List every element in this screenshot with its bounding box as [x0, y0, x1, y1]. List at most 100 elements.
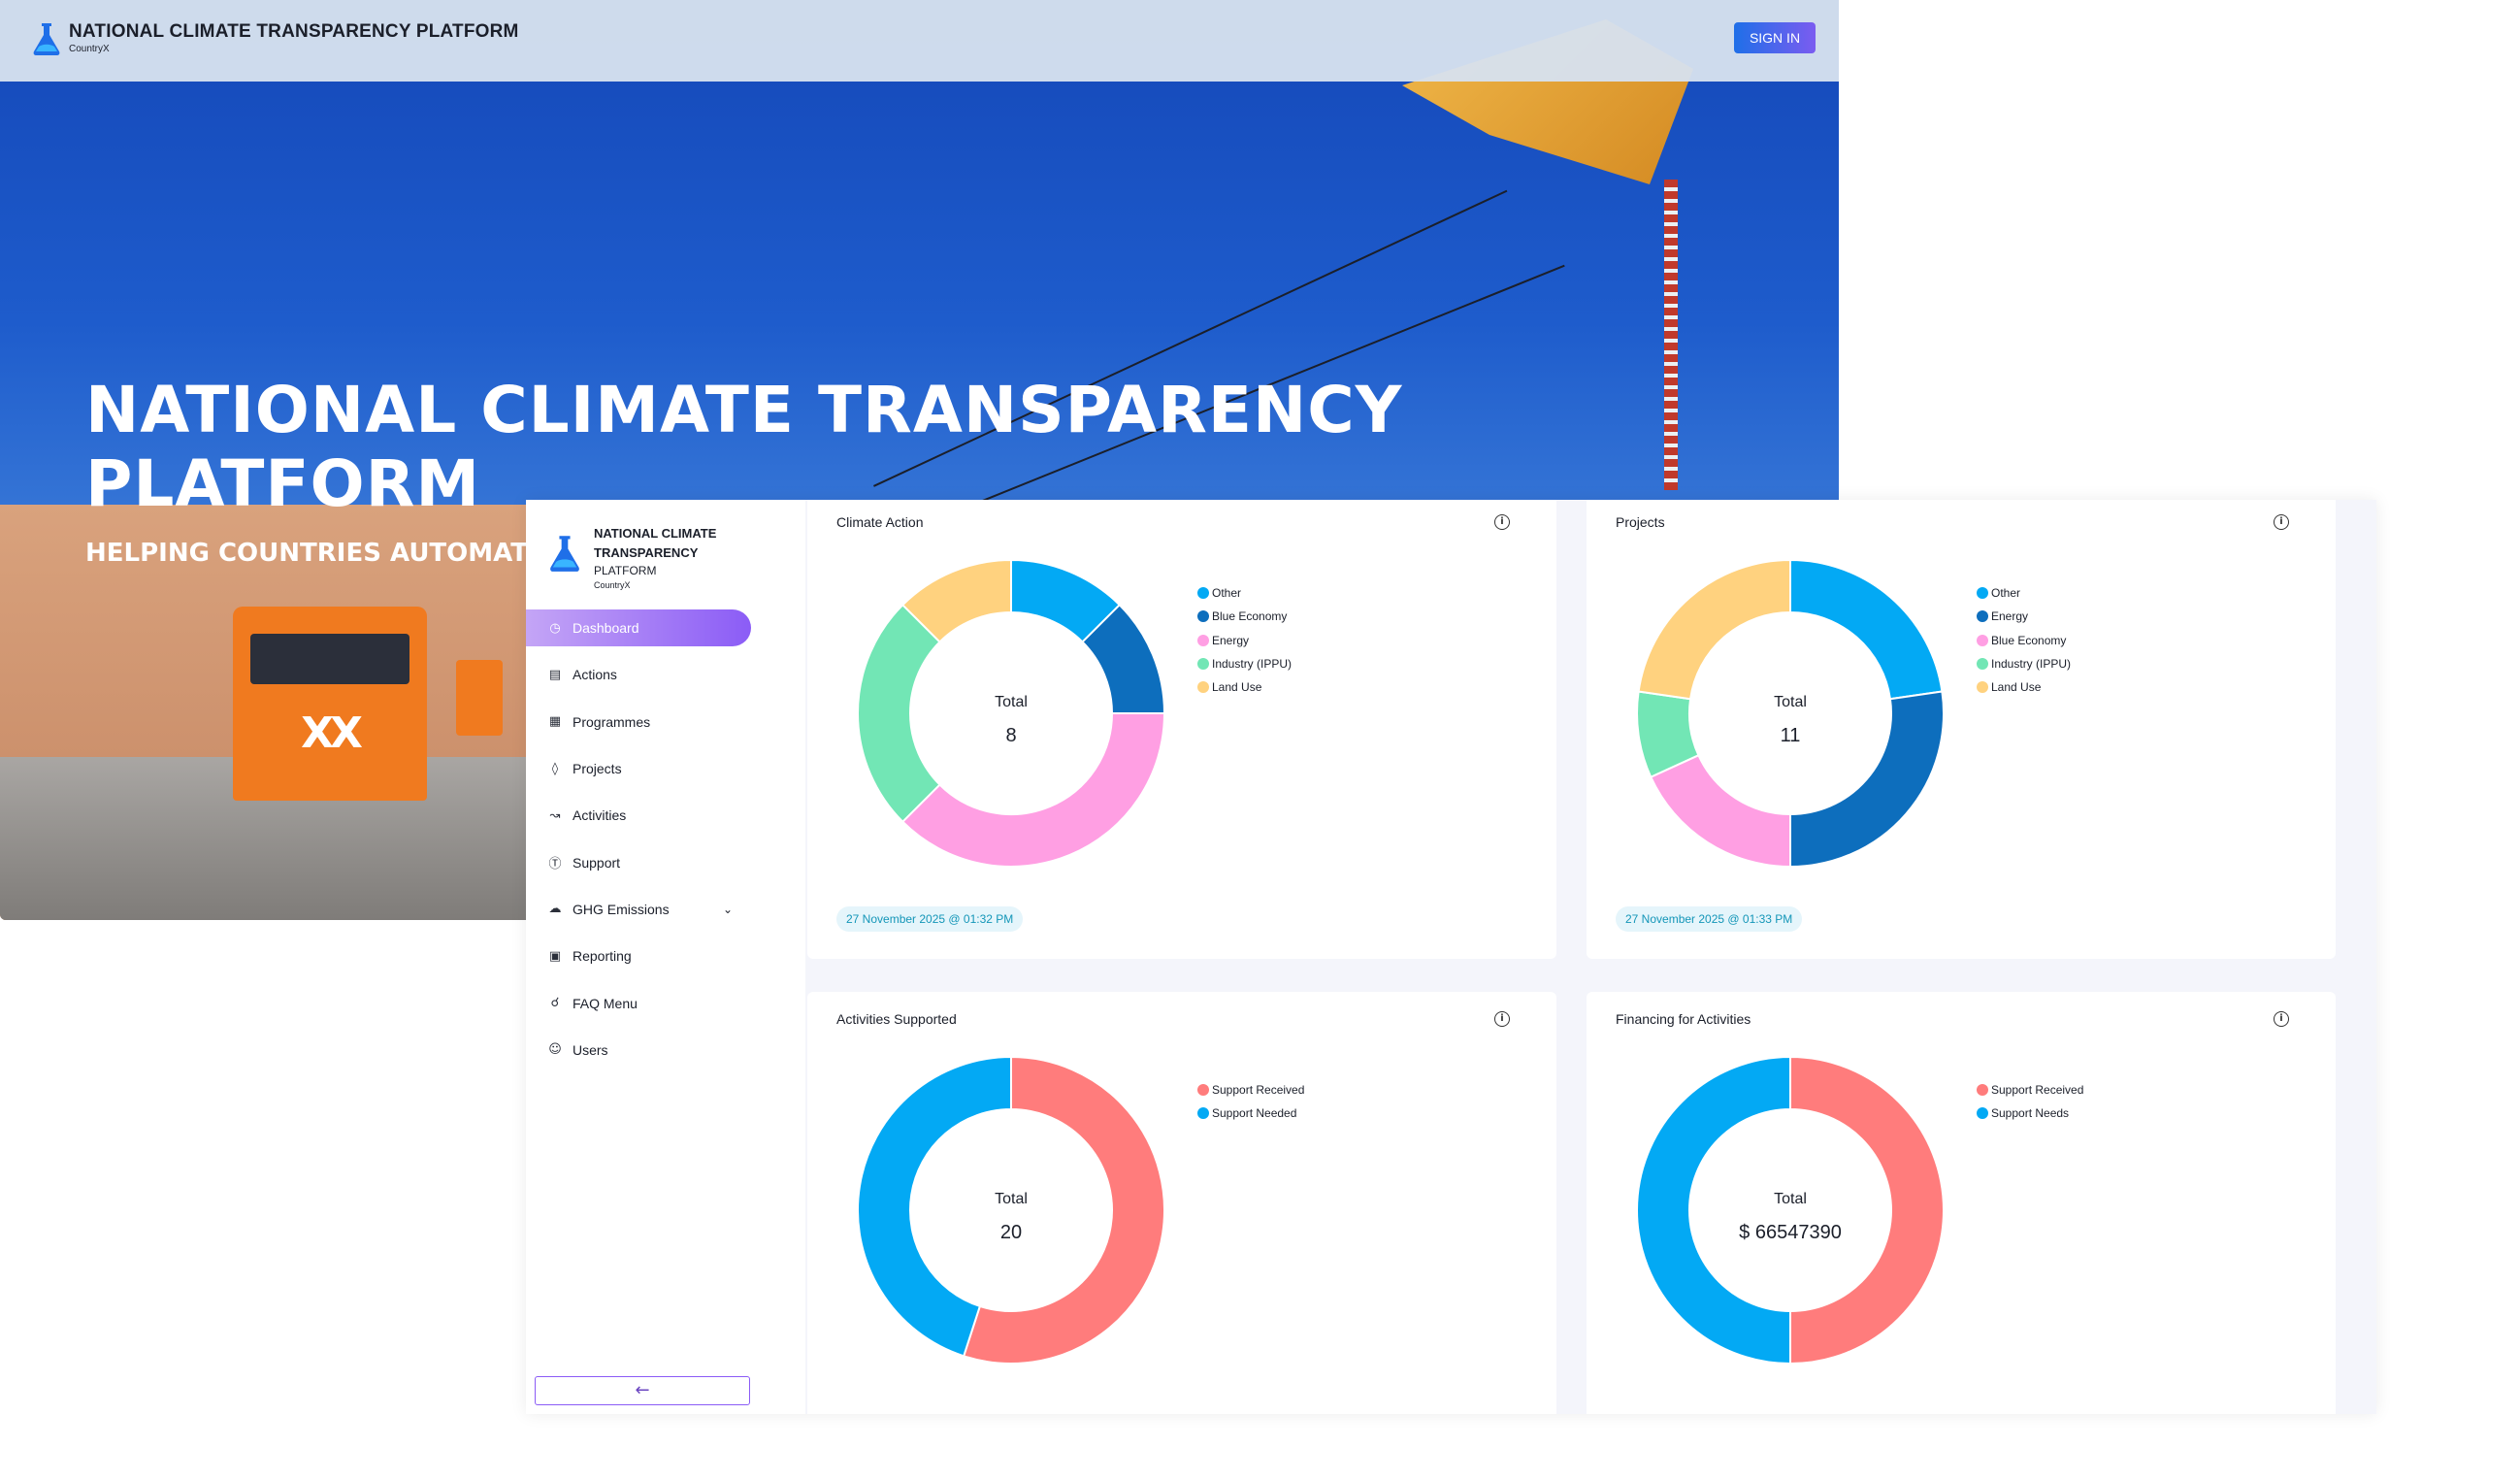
sidebar-item-activities[interactable]: ↝ Activities [526, 792, 805, 839]
legend-dot [1977, 1107, 1988, 1120]
legend-item[interactable]: Other [1977, 581, 2071, 605]
donut-slice-industry-ippu[interactable] [857, 603, 941, 824]
sidebar-item-projects[interactable]: ◊ Projects [526, 745, 805, 792]
sidebar-item-users[interactable]: ☺ Users [526, 1027, 805, 1073]
legend-dot [1977, 587, 1988, 600]
donut-total-value: 11 [1781, 725, 1801, 746]
sidebar-item-support[interactable]: Ⓣ Support [526, 839, 805, 885]
hero-bus-far [456, 660, 503, 736]
legend-item[interactable]: Industry (IPPU) [1977, 652, 2071, 675]
sidebar-nav: ◷ Dashboard ▤ Actions ▦ Programmes ◊ Pro… [526, 605, 805, 1073]
donut-total-value: 20 [1000, 1222, 1022, 1243]
legend-item[interactable]: Industry (IPPU) [1197, 652, 1292, 675]
donut-total-label: Total [1774, 694, 1807, 710]
report-icon: ▣ [548, 948, 562, 964]
sidebar-item-label: Users [573, 1041, 608, 1058]
collapse-sidebar-button[interactable]: ← [535, 1376, 750, 1405]
legend-dot [1977, 658, 1988, 671]
sidebar-item-label: Actions [573, 667, 617, 683]
financing-donut: Total $ 66547390 [1636, 1055, 1945, 1365]
donut-total-value: 8 [1005, 725, 1016, 746]
landing-brand-country: CountryX [69, 44, 110, 54]
legend-item[interactable]: Other [1197, 581, 1292, 605]
chart-legend: Support Received Support Needs [1977, 1078, 2083, 1126]
legend-label: Land Use [1212, 680, 1262, 695]
legend-dot [1977, 1084, 1988, 1097]
sidebar-item-label: Dashboard [573, 620, 639, 637]
legend-item[interactable]: Energy [1197, 629, 1292, 652]
donut-slice-blue-economy[interactable] [1649, 753, 1791, 869]
dollar-icon: Ⓣ [548, 857, 562, 872]
legend-dot [1197, 1107, 1209, 1120]
headset-icon: ☌ [550, 996, 560, 1011]
legend-item[interactable]: Support Needs [1977, 1102, 2083, 1125]
sidebar-brand-subtitle: PLATFORM [594, 564, 657, 577]
card-title: Financing for Activities [1616, 1011, 1751, 1027]
sidebar-item-faq-menu[interactable]: ☌ FAQ Menu [526, 979, 805, 1026]
legend-dot [1197, 587, 1209, 600]
legend-dot [1197, 1084, 1209, 1097]
card-title: Activities Supported [836, 1011, 957, 1027]
donut-slice-support-received[interactable] [1789, 1055, 1945, 1365]
donut-slice-land-use[interactable] [1637, 558, 1791, 701]
platform-logo-icon [33, 23, 60, 55]
hero-tower [1664, 180, 1678, 490]
dashboard-icon: ◷ [549, 620, 561, 636]
hero-subheadline: HELPING COUNTRIES AUTOMAT [85, 539, 528, 568]
sidebar-item-ghg-emissions[interactable]: ☁ GHG Emissions ⌄ [526, 886, 805, 933]
info-icon[interactable]: i [1494, 1011, 1510, 1027]
projects-donut: Total 11 [1636, 558, 1945, 869]
legend-label: Support Received [1991, 1083, 2084, 1098]
info-icon[interactable]: i [1494, 514, 1510, 530]
sidebar-item-reporting[interactable]: ▣ Reporting [526, 933, 805, 979]
legend-label: Energy [1212, 633, 1250, 647]
chart-legend: Other Energy Blue Economy Industry (IPPU… [1977, 581, 2071, 699]
card-title: Projects [1616, 514, 1665, 530]
arrow-left-icon: ← [635, 1380, 650, 1400]
climate-action-donut: Total 8 [857, 558, 1166, 868]
legend-item[interactable]: Blue Economy [1977, 629, 2071, 652]
legend-dot [1197, 658, 1209, 671]
sidebar-item-dashboard[interactable]: ◷ Dashboard [526, 605, 805, 651]
sign-in-button[interactable]: SIGN IN [1734, 22, 1816, 53]
legend-label: Energy [1991, 609, 2029, 624]
legend-item[interactable]: Blue Economy [1197, 605, 1292, 628]
financing-for-activities-card: Financing for Activities i Total $ 66547… [1587, 992, 2336, 1414]
sidebar-item-label: Programmes [573, 713, 651, 730]
user-icon: ☺ [548, 1042, 562, 1058]
sidebar-item-label: FAQ Menu [573, 995, 638, 1011]
sidebar-item-actions[interactable]: ▤ Actions [526, 651, 805, 698]
info-icon[interactable]: i [2274, 514, 2289, 530]
sidebar-item-label: Support [573, 854, 621, 871]
sidebar-item-label: Reporting [573, 948, 632, 965]
donut-slice-support-needs[interactable] [1636, 1055, 1791, 1365]
donut-total-label: Total [995, 1191, 1028, 1207]
legend-label: Industry (IPPU) [1991, 657, 2072, 672]
sidebar-item-label: GHG Emissions [573, 901, 670, 917]
legend-item[interactable]: Support Needed [1197, 1102, 1304, 1125]
hero-bus: XX [233, 607, 427, 801]
legend-dot [1197, 634, 1209, 646]
legend-label: Support Needed [1212, 1106, 1297, 1121]
legend-label: Other [1212, 586, 1242, 601]
sidebar-item-programmes[interactable]: ▦ Programmes [526, 699, 805, 745]
donut-total-label: Total [995, 694, 1028, 710]
donut-total-value: $ 66547390 [1739, 1222, 1842, 1243]
sidebar-item-label: Projects [573, 761, 622, 777]
donut-slice-energy[interactable] [900, 712, 1166, 868]
sidebar: NATIONAL CLIMATE TRANSPARENCY PLATFORM C… [526, 500, 805, 1414]
legend-dot [1977, 610, 1988, 623]
legend-item[interactable]: Land Use [1977, 675, 2071, 699]
legend-item[interactable]: Support Received [1197, 1078, 1304, 1102]
platform-logo-icon [550, 536, 579, 572]
cloud-icon: ☁ [548, 902, 562, 917]
legend-item[interactable]: Land Use [1197, 675, 1292, 699]
line-chart-icon: ↝ [549, 807, 561, 823]
donut-slice-other[interactable] [1789, 558, 1944, 701]
card-title: Climate Action [836, 514, 924, 530]
layers-icon: ◊ [551, 761, 559, 776]
donut-slice-energy[interactable] [1789, 690, 1945, 869]
legend-item[interactable]: Energy [1977, 605, 2071, 628]
legend-item[interactable]: Support Received [1977, 1078, 2083, 1102]
info-icon[interactable]: i [2274, 1011, 2289, 1027]
